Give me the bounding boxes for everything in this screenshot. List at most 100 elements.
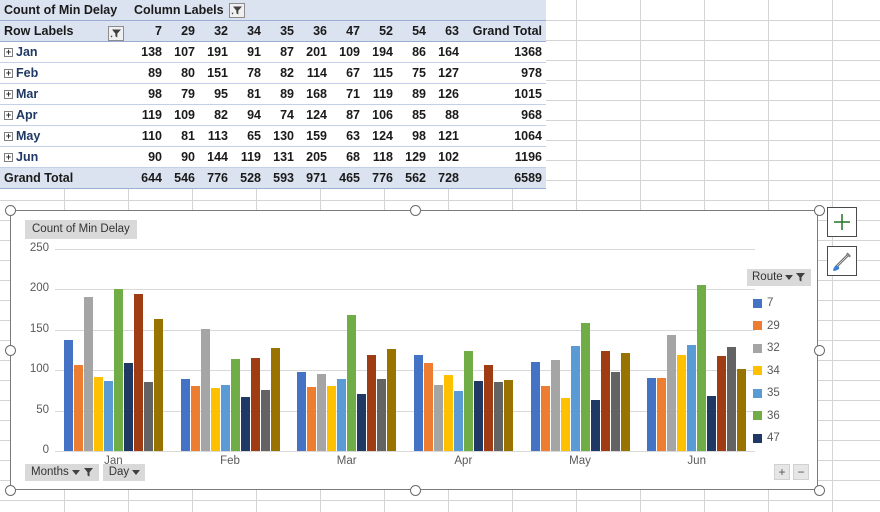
chart-bar[interactable] (153, 318, 163, 451)
chart-bar[interactable] (307, 387, 317, 451)
expand-icon[interactable]: + (4, 153, 13, 162)
pivot-value-cell: 98 (130, 83, 166, 105)
chart-bar[interactable] (727, 346, 737, 451)
chart-bar[interactable] (357, 393, 367, 451)
chart-bar[interactable] (620, 353, 630, 451)
chart-bar[interactable] (697, 285, 707, 451)
chart-bar[interactable] (707, 396, 717, 451)
column-header: 54 (397, 20, 430, 42)
chart-bar[interactable] (347, 315, 357, 451)
chart-bar[interactable] (190, 386, 200, 451)
chart-bar[interactable] (717, 355, 727, 451)
chart-bar[interactable] (133, 294, 143, 451)
pivot-value-cell: 85 (397, 104, 430, 126)
resize-handle-middle-right[interactable] (814, 345, 825, 356)
chart-bar[interactable] (113, 288, 123, 451)
chart-bar[interactable] (103, 380, 113, 451)
expand-icon[interactable]: + (4, 111, 13, 120)
chart-bar[interactable] (413, 354, 423, 451)
y-axis-tick-label: 100 (29, 363, 49, 376)
chart-bar[interactable] (93, 377, 103, 451)
expand-icon[interactable]: + (4, 69, 13, 78)
expand-icon[interactable]: + (4, 90, 13, 99)
chart-bar[interactable] (483, 365, 493, 451)
chart-bar[interactable] (337, 379, 347, 451)
chart-bar[interactable] (250, 358, 260, 451)
chart-field-button-months[interactable]: Months (25, 464, 99, 481)
legend-color-swatch (753, 411, 762, 421)
chart-bar[interactable] (433, 384, 443, 451)
chart-bar[interactable] (540, 385, 550, 451)
chart-bar[interactable] (260, 390, 270, 451)
filter-dropdown-button[interactable] (108, 26, 124, 42)
chart-bar[interactable] (377, 379, 387, 451)
chart-bar[interactable] (560, 398, 570, 451)
chart-bar[interactable] (530, 362, 540, 451)
pivot-value-cell: 89 (265, 83, 298, 105)
chart-bar[interactable] (327, 385, 337, 451)
legend-field-button-route[interactable]: Route (747, 269, 811, 286)
resize-handle-top-center[interactable] (410, 205, 421, 216)
chart-bar[interactable] (220, 384, 230, 451)
resize-handle-bottom-left[interactable] (5, 485, 16, 496)
row-label-cell[interactable]: + Feb (0, 62, 130, 84)
chart-bar[interactable] (367, 354, 377, 451)
chart-bar[interactable] (240, 396, 250, 451)
resize-handle-bottom-right[interactable] (814, 485, 825, 496)
chart-bar[interactable] (83, 296, 93, 451)
chart-bar[interactable] (473, 380, 483, 451)
chart-bar[interactable] (667, 334, 677, 451)
chart-bar[interactable] (443, 375, 453, 451)
chart-bar[interactable] (297, 371, 307, 451)
chart-bar[interactable] (550, 359, 560, 451)
chart-elements-button[interactable] (827, 207, 857, 237)
grand-total-value-cell: 776 (199, 167, 232, 189)
chart-bar[interactable] (493, 382, 503, 451)
resize-handle-top-left[interactable] (5, 205, 16, 216)
chart-bar[interactable] (387, 349, 397, 451)
expand-field-button[interactable]: + (774, 464, 790, 480)
column-header: 35 (265, 20, 298, 42)
chart-bar[interactable] (423, 362, 433, 451)
chart-bar[interactable] (180, 379, 190, 451)
chart-styles-button[interactable] (827, 246, 857, 276)
chart-field-button-day[interactable]: Day (102, 464, 146, 481)
filter-dropdown-button[interactable] (228, 3, 245, 19)
chart-bar[interactable] (657, 378, 667, 451)
chart-bar[interactable] (570, 345, 580, 451)
chart-bar[interactable] (610, 371, 620, 451)
expand-icon[interactable]: + (4, 48, 13, 57)
resize-handle-bottom-center[interactable] (410, 485, 421, 496)
row-label-cell[interactable]: + Jan (0, 41, 130, 63)
row-label-cell[interactable]: + May (0, 125, 130, 147)
chart-bar[interactable] (317, 374, 327, 451)
chart-bar[interactable] (210, 387, 220, 451)
chart-bar[interactable] (63, 339, 73, 451)
chart-bar[interactable] (453, 391, 463, 451)
chart-bar[interactable] (230, 358, 240, 451)
chart-bar[interactable] (677, 354, 687, 451)
pivot-chart[interactable]: Count of Min Delay 0 50 100 150 200 250 Jan Fe… (5, 205, 825, 496)
chart-bar[interactable] (737, 368, 747, 451)
expand-icon[interactable]: + (4, 132, 13, 141)
row-label-cell[interactable]: + Jun (0, 146, 130, 168)
chart-bar[interactable] (200, 329, 210, 451)
chart-bar[interactable] (143, 381, 153, 451)
chart-bar[interactable] (647, 378, 657, 451)
resize-handle-middle-left[interactable] (5, 345, 16, 356)
chart-bar[interactable] (270, 348, 280, 451)
row-label-cell[interactable]: + Apr (0, 104, 130, 126)
collapse-field-button[interactable]: − (793, 464, 809, 480)
chart-bar[interactable] (600, 350, 610, 451)
chart-bar[interactable] (590, 400, 600, 451)
chart-bar[interactable] (123, 362, 133, 451)
pivot-value-cell: 113 (199, 125, 232, 147)
chart-bar[interactable] (580, 322, 590, 451)
resize-handle-top-right[interactable] (814, 205, 825, 216)
chart-bar[interactable] (503, 379, 513, 451)
chart-bar[interactable] (687, 345, 697, 451)
chart-bar[interactable] (463, 350, 473, 451)
row-label-cell[interactable]: + Mar (0, 83, 130, 105)
filter-icon (83, 467, 93, 477)
chart-bar[interactable] (73, 364, 83, 451)
